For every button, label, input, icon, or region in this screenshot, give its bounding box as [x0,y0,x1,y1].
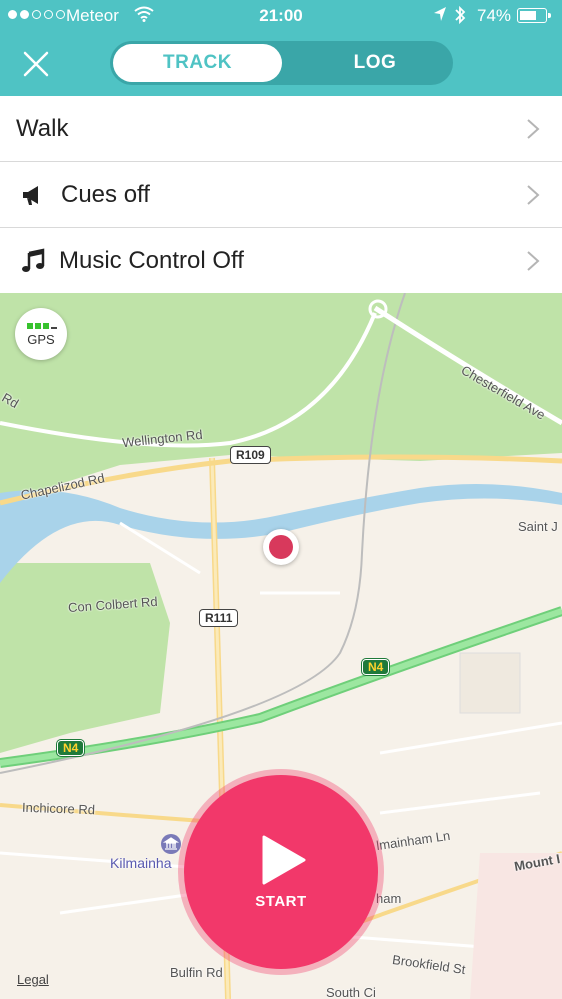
gps-bars-icon [27,323,57,329]
megaphone-icon [23,186,38,205]
tab-track[interactable]: TRACK [113,44,282,82]
music-control-row[interactable]: Music Control Off [0,228,562,294]
close-button[interactable] [18,46,54,82]
chevron-right-icon [527,119,540,139]
header-bar: Meteor 21:00 74% TRACK LOG [0,0,562,96]
road-label-south-ci: South Ci [326,985,376,999]
gps-signal-indicator: GPS [15,308,67,360]
road-label-inchicore: Inchicore Rd [21,799,96,818]
road-shield-n4: N4 [360,658,391,676]
start-button[interactable]: START [184,775,378,969]
tab-log[interactable]: LOG [300,44,450,82]
road-shield-r109: R109 [230,446,271,464]
close-icon [23,51,49,77]
battery-icon [517,8,551,23]
activity-type-label: Walk [16,115,69,142]
road-label-saint-j: Saint J [518,519,558,534]
gps-label: GPS [27,332,55,347]
road-shield-r111: R111 [199,609,239,627]
road-shield-n4: N4 [55,739,86,757]
status-bar: Meteor 21:00 74% [0,0,562,32]
road-label-bulfin: Bulfin Rd [170,965,223,980]
audio-cues-label: Cues off [61,181,150,208]
music-note-icon [22,248,45,272]
place-label-kilmainham: Kilmainha [110,855,172,871]
activity-type-row[interactable]: Walk [0,96,562,162]
audio-cues-row[interactable]: Cues off [0,162,562,228]
music-control-label: Music Control Off [59,247,244,274]
bluetooth-icon [454,5,466,30]
battery-percentage: 74% [477,6,512,25]
map-legal-link[interactable]: Legal [17,972,49,987]
start-label: START [255,893,307,910]
location-arrow-icon [433,6,447,27]
activity-settings-list: Walk Cues off Music Control Off [0,96,562,294]
play-icon [262,835,306,885]
museum-icon [161,834,181,854]
road-label-ham: ham [376,891,402,906]
mode-segmented-control: TRACK LOG [110,41,453,85]
current-location-marker [263,529,299,565]
chevron-right-icon [527,185,540,205]
chevron-right-icon [527,251,540,271]
